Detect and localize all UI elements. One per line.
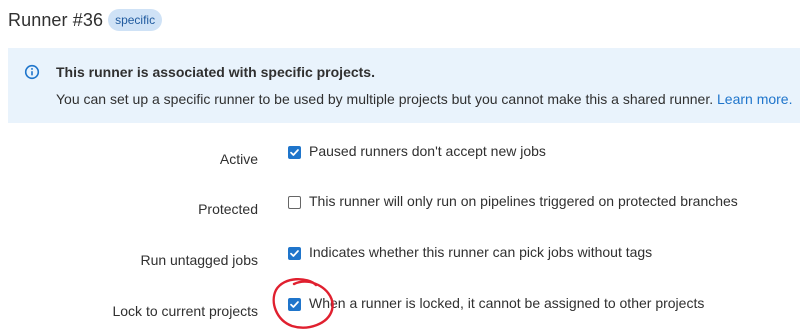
info-icon (24, 64, 40, 80)
active-checkbox[interactable] (288, 146, 301, 159)
checkmark-icon (290, 301, 299, 308)
protected-description: This runner will only run on pipelines t… (309, 193, 738, 209)
run-untagged-description: Indicates whether this runner can pick j… (309, 244, 653, 260)
info-alert: This runner is associated with specific … (8, 48, 800, 123)
lock-projects-label: Lock to current projects (112, 303, 258, 319)
lock-projects-description: When a runner is locked, it cannot be as… (309, 295, 705, 311)
alert-title: This runner is associated with specific … (56, 64, 375, 80)
checkmark-icon (290, 149, 299, 156)
setting-row-active: Active Paused runners don't accept new j… (0, 143, 800, 170)
runner-header: Runner #36 specific (8, 6, 163, 34)
learn-more-link[interactable]: Learn more. (717, 91, 792, 107)
protected-checkbox[interactable] (288, 196, 301, 209)
setting-row-lock-projects: Lock to current projects When a runner i… (0, 295, 800, 322)
protected-label: Protected (198, 201, 258, 217)
checkmark-icon (290, 250, 299, 257)
run-untagged-label: Run untagged jobs (140, 252, 258, 268)
active-label: Active (219, 151, 258, 167)
runner-type-badge: specific (108, 9, 163, 31)
alert-body-text: You can set up a specific runner to be u… (56, 91, 714, 107)
run-untagged-checkbox[interactable] (288, 247, 301, 260)
page-title: Runner #36 (8, 9, 104, 30)
alert-message: You can set up a specific runner to be u… (56, 91, 792, 107)
setting-row-protected: Protected This runner will only run on p… (0, 193, 800, 220)
lock-projects-checkbox[interactable] (288, 298, 301, 311)
active-description: Paused runners don't accept new jobs (309, 143, 546, 159)
setting-row-run-untagged: Run untagged jobs Indicates whether this… (0, 244, 800, 271)
